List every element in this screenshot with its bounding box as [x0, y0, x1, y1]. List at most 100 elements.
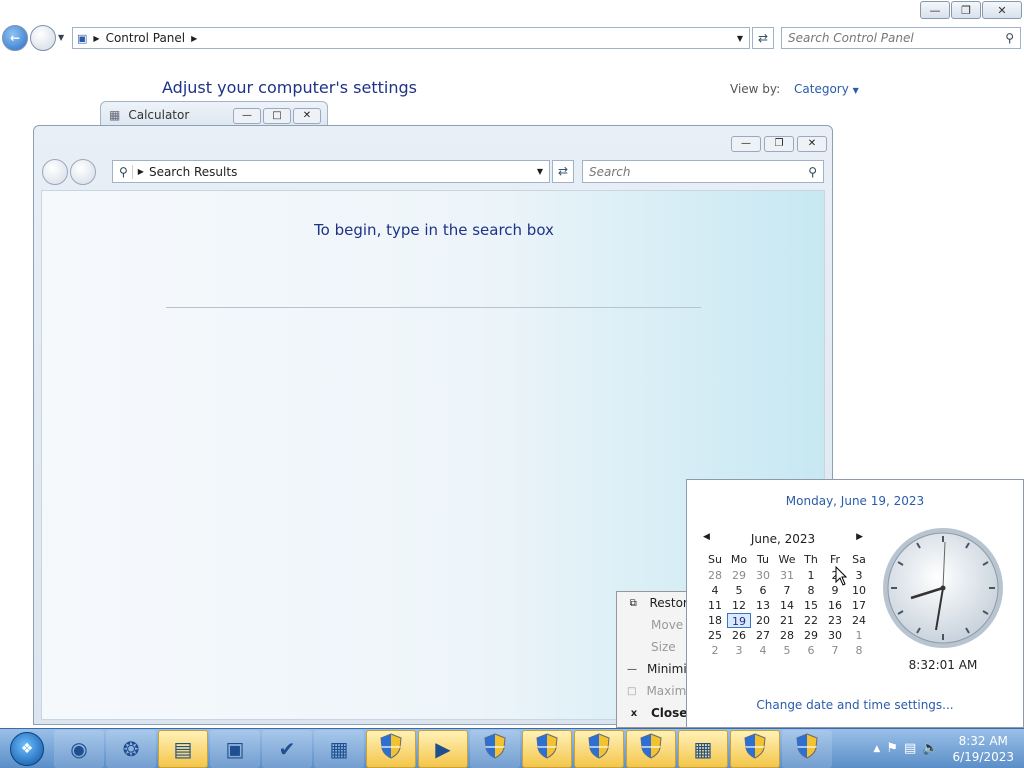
calendar-day[interactable]: 14: [775, 598, 799, 613]
recent-pages-dropdown-icon[interactable]: ▼: [58, 33, 64, 42]
calc-maximize-button[interactable]: □: [263, 108, 291, 124]
taskbar-button[interactable]: [470, 729, 520, 768]
calendar-day[interactable]: 7: [775, 583, 799, 598]
calendar-day[interactable]: 11: [703, 598, 727, 613]
taskbar-button[interactable]: [730, 729, 780, 768]
sr-minimize-button[interactable]: —: [731, 136, 761, 152]
address-dropdown-icon[interactable]: ▼: [737, 34, 743, 43]
calendar-day[interactable]: 17: [847, 598, 871, 613]
taskbar-button[interactable]: ❂: [106, 729, 156, 768]
calendar-day[interactable]: 24: [847, 613, 871, 628]
address-bar[interactable]: ▣ ▶ Control Panel ▶ ▼: [72, 27, 750, 49]
calendar-day[interactable]: 4: [703, 583, 727, 598]
calendar-day[interactable]: 5: [775, 643, 799, 658]
calendar-day[interactable]: 20: [751, 613, 775, 628]
sr-search-input[interactable]: Search ⚲: [582, 160, 824, 183]
context-menu-item-close[interactable]: x Close: [617, 702, 695, 724]
sr-restore-button[interactable]: ❐: [764, 136, 794, 152]
taskbar-button[interactable]: ▦: [678, 729, 728, 768]
calendar-day[interactable]: 6: [751, 583, 775, 598]
calendar-day[interactable]: 18: [703, 613, 727, 628]
minimize-button[interactable]: —: [920, 1, 950, 19]
taskbar-button[interactable]: [522, 729, 572, 768]
view-by-dropdown[interactable]: Category ▼: [794, 82, 859, 96]
month-label[interactable]: June, 2023: [751, 532, 815, 546]
calendar-day[interactable]: 7: [823, 643, 847, 658]
calendar-day[interactable]: 8: [799, 583, 823, 598]
calendar-day[interactable]: 30: [823, 628, 847, 643]
restore-button[interactable]: ❐: [951, 1, 981, 19]
taskbar-button[interactable]: [782, 729, 832, 768]
forward-button[interactable]: [30, 25, 56, 51]
sr-address-bar[interactable]: ⚲ ▶ Search Results ▼: [112, 160, 550, 183]
action-center-flag-icon[interactable]: ⚑: [886, 741, 898, 756]
context-menu-item-restore[interactable]: ⧉ Restore: [617, 592, 695, 614]
volume-muted-icon[interactable]: 🔈: [922, 741, 938, 756]
back-button[interactable]: ←: [2, 25, 28, 51]
sr-forward-button[interactable]: [70, 159, 96, 185]
calendar-day[interactable]: 30: [751, 568, 775, 583]
calendar-day[interactable]: 27: [751, 628, 775, 643]
taskbar-button[interactable]: ▤: [158, 729, 208, 768]
calendar-day[interactable]: 5: [727, 583, 751, 598]
sr-close-button[interactable]: ✕: [797, 136, 827, 152]
long-date-link[interactable]: Monday, June 19, 2023: [687, 494, 1023, 508]
taskbar-button[interactable]: ▶: [418, 729, 468, 768]
chevron-down-icon[interactable]: ▼: [853, 86, 859, 95]
taskbar-button[interactable]: [626, 729, 676, 768]
sr-back-button[interactable]: [42, 159, 68, 185]
taskbar-button[interactable]: [366, 729, 416, 768]
calendar-day[interactable]: 26: [727, 628, 751, 643]
taskbar-button[interactable]: ▣: [210, 729, 260, 768]
sr-refresh-button[interactable]: ⇄: [552, 160, 574, 183]
calc-minimize-button[interactable]: —: [233, 108, 261, 124]
show-hidden-icons-icon[interactable]: ▲: [873, 744, 880, 754]
breadcrumb-arrow-icon[interactable]: ▶: [138, 167, 144, 176]
search-icon[interactable]: ⚲: [1005, 31, 1014, 45]
taskbar-clock[interactable]: 8:32 AM 6/19/2023: [952, 733, 1014, 765]
calendar-day[interactable]: 31: [775, 568, 799, 583]
calendar-day[interactable]: 23: [823, 613, 847, 628]
taskbar-button[interactable]: ✔: [262, 729, 312, 768]
breadcrumb-arrow-icon[interactable]: ▶: [191, 34, 197, 43]
search-control-panel-input[interactable]: Search Control Panel ⚲: [781, 27, 1021, 49]
calendar-day[interactable]: 29: [727, 568, 751, 583]
calendar-day[interactable]: 2: [703, 643, 727, 658]
calendar-day[interactable]: 1: [799, 568, 823, 583]
context-menu-item-minimize[interactable]: — Minimize: [617, 658, 695, 680]
calendar-day[interactable]: 8: [847, 643, 871, 658]
view-by-value[interactable]: Category: [794, 82, 849, 96]
calendar-day[interactable]: 13: [751, 598, 775, 613]
calendar-day[interactable]: 12: [727, 598, 751, 613]
calendar-day[interactable]: 3: [727, 643, 751, 658]
network-icon[interactable]: ▤: [904, 741, 916, 756]
calendar-day[interactable]: 28: [703, 568, 727, 583]
calendar-day[interactable]: 1: [847, 628, 871, 643]
calendar-day[interactable]: 25: [703, 628, 727, 643]
taskbar-button[interactable]: ◉: [54, 729, 104, 768]
start-button[interactable]: ❖: [0, 729, 54, 768]
calendar-day[interactable]: 4: [751, 643, 775, 658]
calendar-day[interactable]: 21: [775, 613, 799, 628]
search-icon[interactable]: ⚲: [808, 165, 817, 179]
close-button[interactable]: ✕: [982, 1, 1022, 19]
calendar-day[interactable]: 19: [727, 613, 751, 628]
taskbar-button[interactable]: ▦: [314, 729, 364, 768]
breadcrumb-arrow-icon[interactable]: ▶: [93, 34, 99, 43]
breadcrumb-control-panel[interactable]: Control Panel: [106, 31, 186, 45]
sr-address-dropdown-icon[interactable]: ▼: [537, 167, 543, 176]
calendar-day[interactable]: 10: [847, 583, 871, 598]
change-date-time-link[interactable]: Change date and time settings...: [687, 698, 1023, 712]
calendar-day[interactable]: 16: [823, 598, 847, 613]
calendar-day[interactable]: 3: [847, 568, 871, 583]
calendar-day[interactable]: 22: [799, 613, 823, 628]
calendar-day[interactable]: 29: [799, 628, 823, 643]
prev-month-icon[interactable]: ◀: [703, 532, 710, 546]
calendar-day[interactable]: 6: [799, 643, 823, 658]
calendar-day[interactable]: 15: [799, 598, 823, 613]
next-month-icon[interactable]: ▶: [856, 532, 863, 546]
taskbar-button[interactable]: [574, 729, 624, 768]
calc-close-button[interactable]: ✕: [293, 108, 321, 124]
calendar-day[interactable]: 28: [775, 628, 799, 643]
refresh-button[interactable]: ⇄: [752, 27, 774, 49]
